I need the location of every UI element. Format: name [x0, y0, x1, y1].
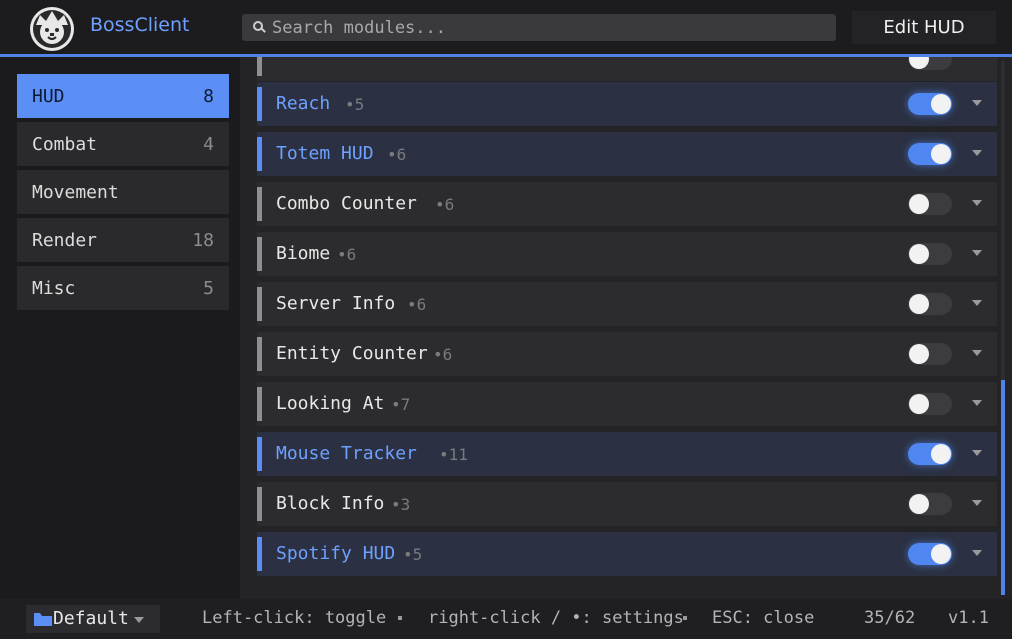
module-row[interactable]: Looking At •7 [257, 382, 997, 426]
module-settings-count: •6 [407, 295, 427, 314]
module-name: Totem HUD [276, 143, 374, 164]
module-row[interactable]: Spotify HUD •5 [257, 532, 997, 576]
brand-name: BossClient [90, 14, 190, 36]
module-name: Reach [276, 93, 331, 114]
module-list: Reach •5 Totem HUD •6 Combo Counter •6 B… [240, 57, 1012, 599]
module-settings-count: •6 [337, 245, 357, 264]
module-settings-count: •11 [439, 445, 468, 464]
module-settings-count: •5 [345, 95, 365, 114]
module-status-bar [257, 237, 262, 271]
chevron-down-icon[interactable] [972, 450, 982, 456]
module-name: Server Info [276, 293, 396, 314]
module-status-bar [257, 137, 262, 171]
chevron-down-icon[interactable] [972, 350, 982, 356]
module-toggle[interactable] [908, 543, 952, 565]
scrollbar-thumb[interactable] [1001, 380, 1005, 595]
chevron-down-icon[interactable] [972, 300, 982, 306]
module-status-bar [257, 187, 262, 221]
sidebar-item-movement[interactable]: Movement [17, 170, 229, 214]
sidebar-item-label: Misc [32, 278, 76, 299]
module-settings-count: •7 [391, 395, 411, 414]
module-row[interactable]: Combo Counter •6 [257, 182, 997, 226]
sidebar-item-label: Render [32, 230, 98, 251]
hint-toggle: Left-click: toggle [202, 608, 387, 628]
module-toggle[interactable] [908, 443, 952, 465]
module-count: 35/62 [864, 608, 916, 628]
module-toggle [908, 57, 952, 70]
header-bar: BossClient Edit HUD [0, 0, 1012, 56]
module-row-partial [257, 57, 997, 81]
module-toggle[interactable] [908, 393, 952, 415]
search-input[interactable] [272, 14, 822, 41]
module-row[interactable]: Mouse Tracker •11 [257, 432, 997, 476]
sidebar-item-label: Movement [32, 182, 119, 203]
search-box[interactable] [242, 14, 836, 41]
module-status-bar [257, 337, 262, 371]
chevron-down-icon[interactable] [972, 550, 982, 556]
hint-close: ESC: close [712, 608, 815, 628]
hint-settings: right-click / •: settings [428, 608, 684, 628]
sidebar-item-misc[interactable]: Misc 5 [17, 266, 229, 310]
module-toggle[interactable] [908, 293, 952, 315]
module-toggle[interactable] [908, 193, 952, 215]
edit-hud-button[interactable]: Edit HUD [852, 11, 996, 44]
lion-logo-icon [30, 7, 74, 51]
module-name: Spotify HUD [276, 543, 396, 564]
search-icon [253, 21, 266, 33]
module-status-bar [257, 87, 262, 121]
chevron-down-icon[interactable] [972, 150, 982, 156]
sidebar-item-label: HUD [32, 86, 65, 107]
module-name: Entity Counter [276, 343, 428, 364]
module-settings-count: •3 [391, 495, 411, 514]
profile-name: Default [53, 608, 129, 629]
module-toggle[interactable] [908, 143, 952, 165]
module-status-bar [257, 437, 262, 471]
chevron-down-icon[interactable] [972, 200, 982, 206]
module-name: Combo Counter [276, 193, 417, 214]
module-row[interactable]: Biome •6 [257, 232, 997, 276]
module-status-bar [257, 57, 262, 76]
chevron-down-icon[interactable] [972, 400, 982, 406]
module-status-bar [257, 537, 262, 571]
sidebar-item-label: Combat [32, 134, 98, 155]
module-settings-count: •6 [435, 195, 455, 214]
footer-bar: Default Left-click: toggle right-click /… [0, 599, 1012, 639]
module-status-bar [257, 387, 262, 421]
sidebar-item-hud[interactable]: HUD 8 [17, 74, 229, 118]
category-sidebar: HUD 8 Combat 4 Movement Render 18 Misc 5 [0, 57, 240, 599]
module-name: Biome [276, 243, 331, 264]
module-row[interactable]: Block Info •3 [257, 482, 997, 526]
module-row[interactable]: Server Info •6 [257, 282, 997, 326]
module-name: Block Info [276, 493, 385, 514]
chevron-down-icon[interactable] [972, 500, 982, 506]
module-settings-count: •6 [433, 345, 453, 364]
module-toggle[interactable] [908, 343, 952, 365]
module-name: Mouse Tracker [276, 443, 417, 464]
version-label: v1.1 [948, 608, 989, 628]
sidebar-item-combat[interactable]: Combat 4 [17, 122, 229, 166]
sidebar-item-count: 4 [203, 134, 214, 155]
folder-icon [34, 613, 52, 626]
module-status-bar [257, 487, 262, 521]
chevron-down-icon [134, 617, 144, 623]
module-settings-count: •5 [403, 545, 423, 564]
chevron-down-icon[interactable] [972, 250, 982, 256]
sidebar-item-render[interactable]: Render 18 [17, 218, 229, 262]
separator-dot [398, 616, 402, 620]
module-settings-count: •6 [387, 145, 407, 164]
sidebar-item-count: 8 [203, 86, 214, 107]
module-toggle[interactable] [908, 243, 952, 265]
sidebar-item-count: 18 [192, 230, 214, 251]
module-row[interactable]: Totem HUD •6 [257, 132, 997, 176]
profile-selector[interactable]: Default [26, 605, 160, 633]
module-row[interactable]: Reach •5 [257, 82, 997, 126]
sidebar-item-count: 5 [203, 278, 214, 299]
module-status-bar [257, 287, 262, 321]
module-toggle[interactable] [908, 493, 952, 515]
chevron-down-icon[interactable] [972, 100, 982, 106]
separator-dot [683, 616, 687, 620]
module-row[interactable]: Entity Counter •6 [257, 332, 997, 376]
module-toggle[interactable] [908, 93, 952, 115]
module-name: Looking At [276, 393, 385, 414]
